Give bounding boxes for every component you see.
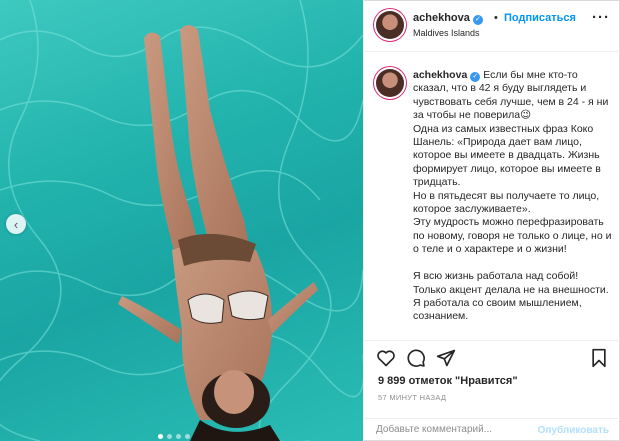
caption-avatar[interactable] (376, 69, 404, 97)
post-timestamp[interactable]: 57 МИНУТ НАЗАД (378, 393, 446, 402)
header-username[interactable]: achekhova (413, 12, 470, 24)
avatar[interactable] (376, 11, 404, 39)
caption-text-block: achekhova ✓ Если бы мне кто-то сказал, чт… (413, 69, 613, 324)
location-link[interactable]: Maldives Islands (413, 28, 480, 38)
verified-badge-icon: ✓ (472, 15, 483, 25)
pool-photo-image (0, 0, 363, 441)
more-options-icon[interactable]: ··· (592, 9, 610, 26)
caption-area: achekhova ✓ Если бы мне кто-то сказал, чт… (364, 53, 620, 340)
carousel-dot (176, 434, 181, 439)
comment-icon[interactable] (406, 348, 426, 368)
caption-username[interactable]: achekhova (413, 69, 467, 81)
publish-button[interactable]: Опубликовать (538, 425, 609, 436)
comment-input[interactable] (376, 424, 526, 435)
bookmark-icon[interactable] (590, 348, 608, 368)
carousel-dot (167, 434, 172, 439)
likes-count[interactable]: 9 899 отметок "Нравится" (378, 375, 518, 387)
post-header: achekhova ✓ • Подписаться ··· Maldives Is… (364, 0, 620, 52)
heart-icon[interactable] (376, 348, 396, 368)
verified-badge-icon: ✓ (470, 72, 481, 82)
comment-bar: Опубликовать (364, 418, 620, 441)
chevron-left-icon: ‹ (13, 216, 19, 232)
carousel-dots (158, 434, 190, 439)
carousel-dot (185, 434, 190, 439)
post-side-panel: achekhova ✓ • Подписаться ··· Maldives Is… (363, 0, 620, 441)
separator-dot: • (494, 12, 498, 24)
carousel-dot (158, 434, 163, 439)
header-username-row: achekhova ✓ (413, 12, 483, 25)
post-photo[interactable]: ‹ (0, 0, 363, 441)
follow-button[interactable]: Подписаться (504, 12, 576, 24)
share-icon[interactable] (436, 348, 456, 368)
action-bar (364, 340, 620, 370)
carousel-prev-button[interactable]: ‹ (6, 214, 26, 234)
caption-text: Если бы мне кто-то сказал, что в 42 я бу… (413, 69, 612, 323)
